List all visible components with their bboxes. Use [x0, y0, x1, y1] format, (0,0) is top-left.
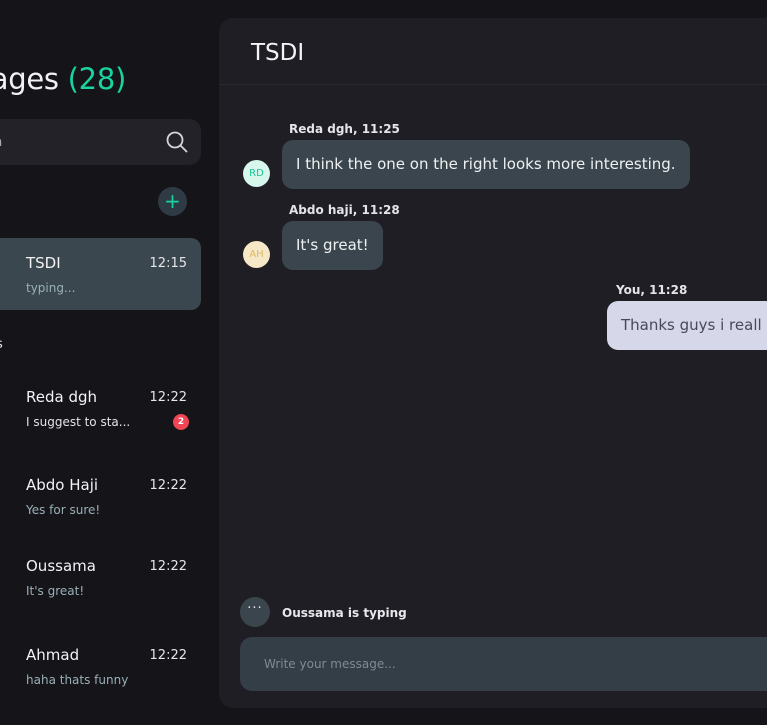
conversation-preview: typing...: [26, 281, 76, 295]
message-meta: Reda dgh, 11:25: [289, 122, 400, 136]
conversation-sidebar: sages (28) + TSDI 12:15 typing... s Reda…: [0, 0, 210, 725]
search-bar: [0, 119, 201, 165]
conversation-name: Oussama: [26, 557, 96, 575]
avatar: RD: [243, 160, 270, 187]
chat-panel: TSDI Reda dgh, 11:25 RD I think the one …: [219, 18, 767, 708]
typing-dots-icon: ···: [240, 597, 270, 627]
add-conversation-button[interactable]: +: [158, 187, 187, 216]
chat-title: TSDI: [251, 40, 305, 66]
unread-badge: 2: [173, 414, 189, 430]
conversation-name: Ahmad: [26, 646, 80, 664]
search-input[interactable]: [0, 119, 150, 165]
conversation-item-oussama[interactable]: Oussama 12:22 It's great!: [0, 541, 201, 613]
messages-count: (28): [67, 62, 127, 96]
message-meta: You, 11:28: [616, 283, 688, 297]
chat-header: TSDI: [219, 18, 767, 85]
message-input[interactable]: [240, 637, 767, 691]
conversation-time: 12:15: [149, 256, 187, 271]
conversation-time: 12:22: [149, 559, 187, 574]
conversation-time: 12:22: [149, 648, 187, 663]
message-composer: [240, 637, 767, 691]
conversation-preview: I suggest to sta...: [26, 415, 131, 429]
conversation-preview: haha thats funny: [26, 673, 129, 687]
messages-heading-text: sages: [0, 62, 59, 96]
message-bubble: I think the one on the right looks more …: [282, 140, 690, 189]
conversation-name: Abdo Haji: [26, 476, 99, 494]
avatar: AH: [243, 241, 270, 268]
section-label: s: [0, 337, 3, 352]
typing-indicator: Oussama is typing: [282, 606, 407, 620]
conversation-time: 12:22: [149, 478, 187, 493]
conversation-item-abdo[interactable]: Abdo Haji 12:22 Yes for sure!: [0, 460, 201, 532]
my-message-bubble: Thanks guys i reall: [607, 301, 767, 350]
conversation-name: Reda dgh: [26, 388, 98, 406]
conversation-item-ahmad[interactable]: Ahmad 12:22 haha thats funny: [0, 630, 201, 702]
search-icon[interactable]: [165, 130, 189, 154]
conversation-name: TSDI: [26, 254, 61, 272]
conversation-item-reda[interactable]: Reda dgh 12:22 I suggest to sta... 2: [0, 372, 201, 444]
message-bubble: It's great!: [282, 221, 383, 270]
messages-heading: sages (28): [0, 62, 126, 96]
plus-icon: +: [164, 189, 181, 213]
conversation-preview: It's great!: [26, 584, 85, 598]
message-meta: Abdo haji, 11:28: [289, 203, 400, 217]
conversation-item-tsdi[interactable]: TSDI 12:15 typing...: [0, 238, 201, 310]
conversation-time: 12:22: [149, 390, 187, 405]
conversation-preview: Yes for sure!: [26, 503, 101, 517]
